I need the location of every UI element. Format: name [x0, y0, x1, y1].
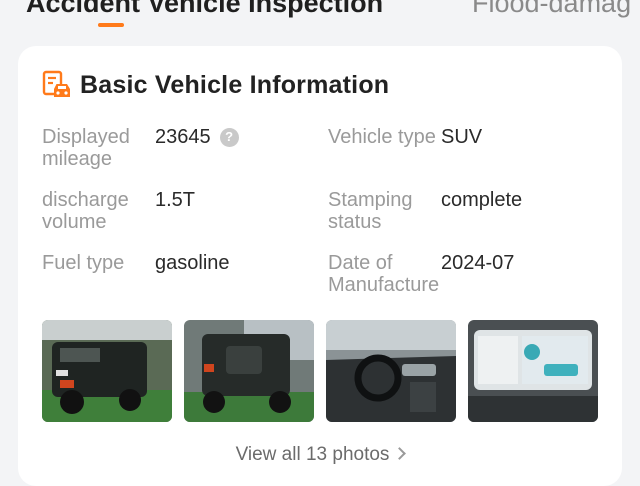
- vehicle-type-value: SUV: [441, 126, 483, 148]
- help-icon[interactable]: ?: [219, 127, 239, 147]
- chevron-right-icon: [393, 447, 407, 460]
- fuel-type-value: gasoline: [155, 252, 230, 274]
- card-title: Basic Vehicle Information: [80, 70, 390, 99]
- photo-strip: [42, 320, 602, 424]
- discharge-volume-label: discharge volume: [42, 189, 129, 233]
- discharge-volume-value: 1.5T: [155, 189, 196, 211]
- vehicle-type-label: Vehicle type: [328, 126, 436, 148]
- vehicle-dashboard-screen-photo[interactable]: [468, 320, 598, 422]
- vehicle-interior-photo[interactable]: [326, 320, 456, 422]
- tab-flood-damaged[interactable]: Flood-damag: [472, 0, 631, 19]
- displayed-mileage-value: 23645: [155, 126, 211, 148]
- tab-bar: Accident Vehicle Inspection Flood-damag: [0, 0, 640, 40]
- displayed-mileage-value-wrap: 23645 ?: [155, 126, 239, 148]
- car-document-icon: [42, 70, 70, 97]
- fuel-type-label: Fuel type: [42, 252, 125, 274]
- stamping-status-label: Stamping status: [328, 189, 413, 233]
- vehicle-front-exterior-photo[interactable]: [42, 320, 172, 422]
- stamping-status-value: complete: [441, 189, 523, 211]
- view-all-photos-label: View all 13 photos: [235, 444, 390, 465]
- basic-vehicle-info-card: Basic Vehicle Information Displayed mile…: [18, 46, 622, 486]
- vehicle-rear-exterior-photo[interactable]: [184, 320, 314, 422]
- displayed-mileage-label: Displayed mileage: [42, 126, 130, 170]
- card-header: Basic Vehicle Information: [42, 68, 389, 102]
- view-all-photos-link[interactable]: View all 13 photos: [18, 444, 622, 466]
- active-tab-indicator: [98, 23, 124, 27]
- tab-accident-vehicle-inspection[interactable]: Accident Vehicle Inspection: [26, 0, 383, 19]
- date-of-manufacture-value: 2024-07: [441, 252, 515, 274]
